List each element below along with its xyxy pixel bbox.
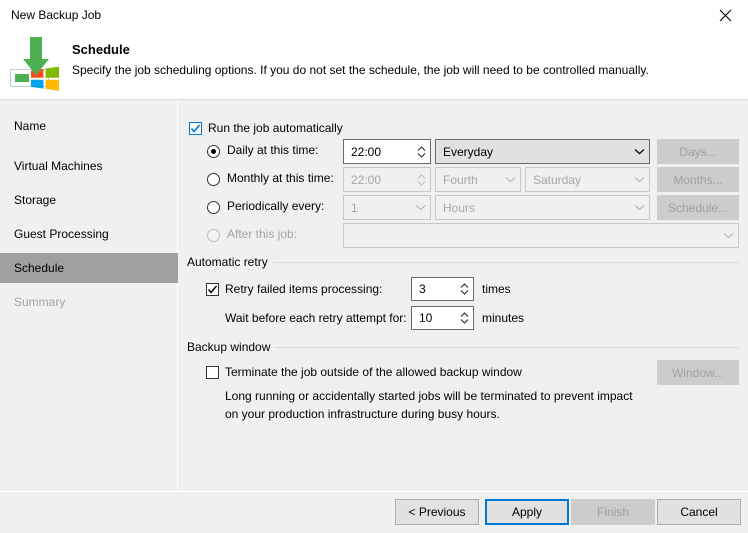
daily-time-arrows[interactable]: [412, 140, 430, 163]
daily-radio-dot: [211, 149, 216, 154]
after-this-job-label: After this job:: [227, 227, 298, 241]
cancel-button[interactable]: Cancel: [657, 499, 741, 525]
chevron-down-icon: [629, 204, 649, 211]
retry-times-unit-label: times: [482, 282, 511, 296]
periodically-radio[interactable]: [207, 201, 220, 214]
sidebar-item-schedule[interactable]: Schedule: [0, 253, 178, 283]
window-button: Window...: [657, 360, 739, 385]
page-header: Schedule Specify the job scheduling opti…: [0, 32, 748, 100]
wait-minutes-arrows[interactable]: [455, 307, 473, 329]
close-icon[interactable]: [702, 0, 748, 31]
monthly-time-value: 22:00: [351, 172, 382, 187]
finish-button: Finish: [571, 499, 655, 525]
terminate-job-label: Terminate the job outside of the allowed…: [225, 365, 522, 379]
monthly-ordinal-value: Fourth: [443, 172, 478, 187]
sidebar-item-name[interactable]: Name: [0, 111, 178, 141]
daily-label: Daily at this time:: [227, 143, 319, 157]
sidebar-item-virtual-machines[interactable]: Virtual Machines: [0, 151, 178, 181]
months-button: Months...: [657, 167, 739, 192]
retry-failed-items-checkbox[interactable]: [206, 283, 219, 296]
schedule-options-pane: Run the job automatically Daily at this …: [179, 101, 748, 490]
monthly-weekday-value: Saturday: [533, 172, 582, 187]
apply-button[interactable]: Apply: [485, 499, 569, 525]
wait-minutes-value: 10: [419, 311, 433, 325]
chevron-down-icon: [410, 204, 430, 211]
monthly-radio[interactable]: [207, 173, 220, 186]
footer-divider: [0, 491, 748, 492]
retry-times-arrows[interactable]: [455, 278, 473, 300]
wait-minutes-spinner[interactable]: 10: [411, 306, 474, 330]
after-this-job-combobox: [343, 223, 739, 248]
window-title: New Backup Job: [11, 8, 102, 22]
chevron-down-icon: [500, 176, 520, 183]
retry-times-spinner[interactable]: 3: [411, 277, 474, 301]
chevron-down-icon: [718, 232, 738, 239]
daily-radio[interactable]: [207, 145, 220, 158]
days-button: Days...: [657, 139, 739, 164]
periodically-label: Periodically every:: [227, 199, 325, 213]
page-title: Schedule: [72, 42, 130, 57]
after-this-job-radio: [207, 229, 220, 242]
previous-button[interactable]: < Previous: [395, 499, 479, 525]
wizard-sidebar: Name Virtual Machines Storage Guest Proc…: [0, 101, 178, 490]
page-subtitle: Specify the job scheduling options. If y…: [72, 63, 649, 77]
monthly-label: Monthly at this time:: [227, 171, 334, 185]
retry-failed-items-label: Retry failed items processing:: [225, 282, 383, 296]
sidebar-item-storage[interactable]: Storage: [0, 185, 178, 215]
daily-time-spinner[interactable]: 22:00: [343, 139, 431, 164]
run-automatically-checkbox[interactable]: [189, 122, 202, 135]
daily-frequency-combobox[interactable]: Everyday: [435, 139, 650, 164]
periodically-interval-value: 1: [351, 200, 358, 215]
monthly-weekday-combobox: Saturday: [525, 167, 650, 192]
chevron-down-icon: [629, 176, 649, 183]
sidebar-item-summary: Summary: [14, 295, 66, 309]
wait-before-retry-label: Wait before each retry attempt for:: [225, 311, 407, 325]
daily-time-value: 22:00: [351, 144, 382, 159]
periodically-unit-value: Hours: [443, 200, 476, 215]
chevron-down-icon[interactable]: [629, 148, 649, 155]
monthly-ordinal-combobox: Fourth: [435, 167, 521, 192]
wait-minutes-unit-label: minutes: [482, 311, 525, 325]
run-automatically-label: Run the job automatically: [208, 121, 343, 135]
daily-frequency-value: Everyday: [443, 144, 494, 159]
backup-window-help-line-2: on your production infrastructure during…: [225, 407, 500, 421]
title-bar: New Backup Job: [0, 0, 748, 32]
monthly-time-spinner: 22:00: [343, 167, 431, 192]
schedule-backup-icon: [10, 35, 68, 95]
sidebar-item-guest-processing[interactable]: Guest Processing: [0, 219, 178, 249]
schedule-button: Schedule...: [657, 195, 739, 220]
periodically-unit-combobox: Hours: [435, 195, 650, 220]
retry-times-value: 3: [419, 282, 426, 296]
monthly-time-arrows: [412, 168, 430, 191]
wizard-footer: < Previous Apply Finish Cancel: [0, 491, 748, 533]
periodically-interval-combobox: 1: [343, 195, 431, 220]
terminate-job-checkbox[interactable]: [206, 366, 219, 379]
automatic-retry-group-label: Automatic retry: [187, 255, 273, 269]
backup-window-help-line-1: Long running or accidentally started job…: [225, 389, 633, 403]
backup-window-group-label: Backup window: [187, 340, 276, 354]
